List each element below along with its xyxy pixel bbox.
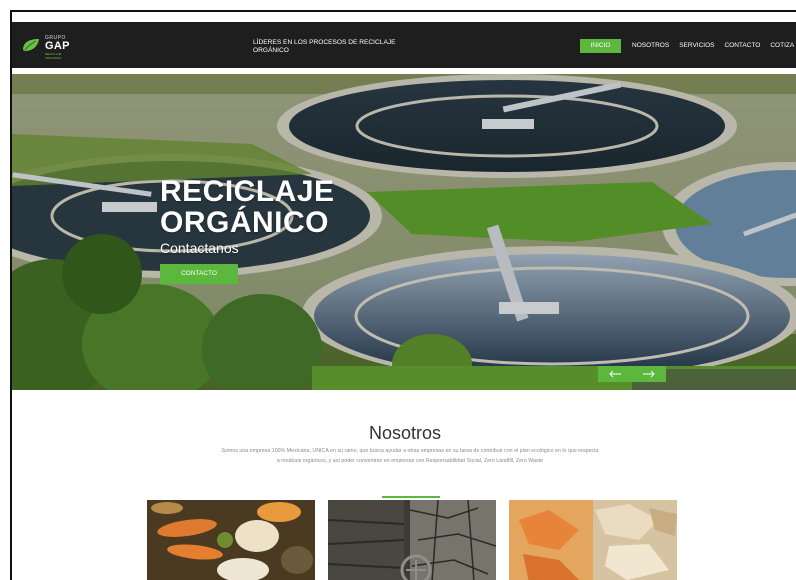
slider-controls [598, 366, 666, 382]
nosotros-description: Somos una empresa 100% Mexicana, UNICA e… [221, 448, 599, 464]
header-tagline: LÍDERES EN LOS PROCESOS DE RECICLAJE ORG… [253, 39, 396, 54]
nav-item-inicio[interactable]: INICIO [580, 39, 621, 53]
nosotros-heading: Nosotros [368, 423, 442, 443]
section-divider [382, 496, 440, 498]
grupo-gap-logo[interactable]: GRUPO GAP RECICLAJE ORGANICO [22, 35, 72, 60]
arrow-left-icon [609, 370, 621, 378]
browser-viewport: GRUPO GAP RECICLAJE ORGANICO LÍDERES EN … [10, 10, 796, 580]
image-dry-soil [328, 500, 496, 580]
nav-item-cotiza[interactable]: COTIZA [765, 39, 796, 53]
hero-subtitle: Contactanos [160, 240, 239, 256]
logo-subtext: RECICLAJE ORGANICO [45, 52, 62, 60]
nav-item-contacto[interactable]: CONTACTO [719, 39, 765, 53]
recycle-leaf-icon [23, 39, 39, 51]
hero-contact-button[interactable]: CONTACTO [160, 264, 238, 284]
site-header: GRUPO GAP RECICLAJE ORGANICO LÍDERES EN … [12, 22, 796, 68]
image-organic-waste [147, 500, 315, 580]
slider-next-button[interactable] [632, 366, 666, 382]
hero-title: RECICLAJE ORGÁNICO [160, 176, 335, 238]
nav-item-servicios[interactable]: SERVICIOS [674, 39, 719, 53]
nav-item-nosotros[interactable]: NOSOTROS [627, 39, 674, 53]
logo-gap-text: GAP [45, 40, 70, 52]
slider-prev-button[interactable] [598, 366, 632, 382]
hero-title-line2: ORGÁNICO [160, 206, 329, 239]
arrow-right-icon [643, 370, 655, 378]
hero-background-image [12, 74, 796, 390]
main-nav: INICIO NOSOTROS SERVICIOS CONTACTO COTIZ… [580, 39, 796, 53]
image-dried-food [509, 500, 677, 580]
hero-slider: RECICLAJE ORGÁNICO Contactanos CONTACTO [12, 74, 796, 390]
hero-title-line1: RECICLAJE [160, 175, 335, 208]
